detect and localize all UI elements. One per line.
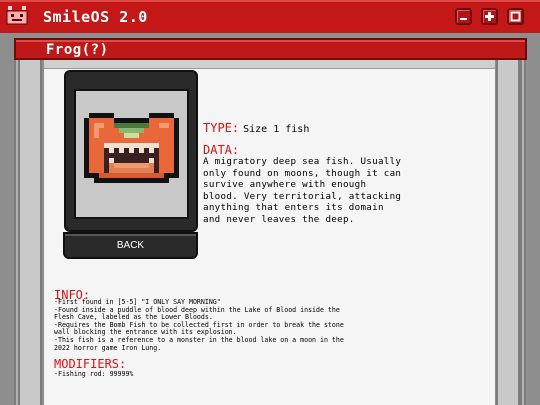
modifiers-list: -Fishing rod: 99999%: [54, 370, 133, 378]
plus-icon: [485, 12, 494, 21]
info-list: -First found in [5-5] "I ONLY SAY MORNIN…: [54, 298, 474, 352]
smiley-robot-icon: [6, 6, 28, 25]
right-outer-rail: [520, 60, 526, 405]
left-rail: [18, 60, 42, 405]
data-line: blood. Very territorial, attacking: [203, 190, 402, 202]
modifier-line: -Fishing rod: 99999%: [54, 370, 134, 378]
fish-card: [64, 70, 198, 232]
type-value: Size 1 fish: [243, 124, 310, 135]
app-title: SmileOS 2.0: [43, 8, 148, 26]
data-line: survive anywhere with enough: [203, 179, 367, 190]
minimize-button[interactable]: [455, 8, 472, 25]
info-line: 2022 horror game Iron Lung.: [54, 343, 162, 352]
page-header: Frog(?): [14, 38, 527, 60]
pixel-frog-fish-icon: [84, 113, 179, 183]
title-bar: SmileOS 2.0: [0, 0, 540, 35]
minimize-icon: [460, 18, 467, 20]
data-line: anything that enters its domain: [203, 202, 384, 213]
type-label: TYPE:: [203, 121, 240, 135]
data-label: DATA:: [203, 143, 240, 157]
maximize-button[interactable]: [507, 8, 524, 25]
data-description: A migratory deep sea fish. Usually only …: [203, 156, 435, 225]
right-rail: [496, 60, 520, 405]
page-title: Frog(?): [46, 42, 109, 58]
data-line: A migratory deep sea fish. Usually: [203, 156, 402, 167]
plus-button[interactable]: [481, 8, 498, 25]
fish-image-frame: [74, 89, 189, 219]
maximize-icon: [510, 11, 521, 22]
back-button[interactable]: BACK: [63, 232, 198, 259]
modifiers-label: MODIFIERS:: [54, 357, 127, 371]
panel-top-strip: [44, 60, 495, 69]
data-line: only found on moons, though it can: [203, 167, 402, 179]
data-line: and never leaves the deep.: [203, 213, 355, 225]
type-row: TYPE: Size 1 fish: [203, 121, 309, 135]
